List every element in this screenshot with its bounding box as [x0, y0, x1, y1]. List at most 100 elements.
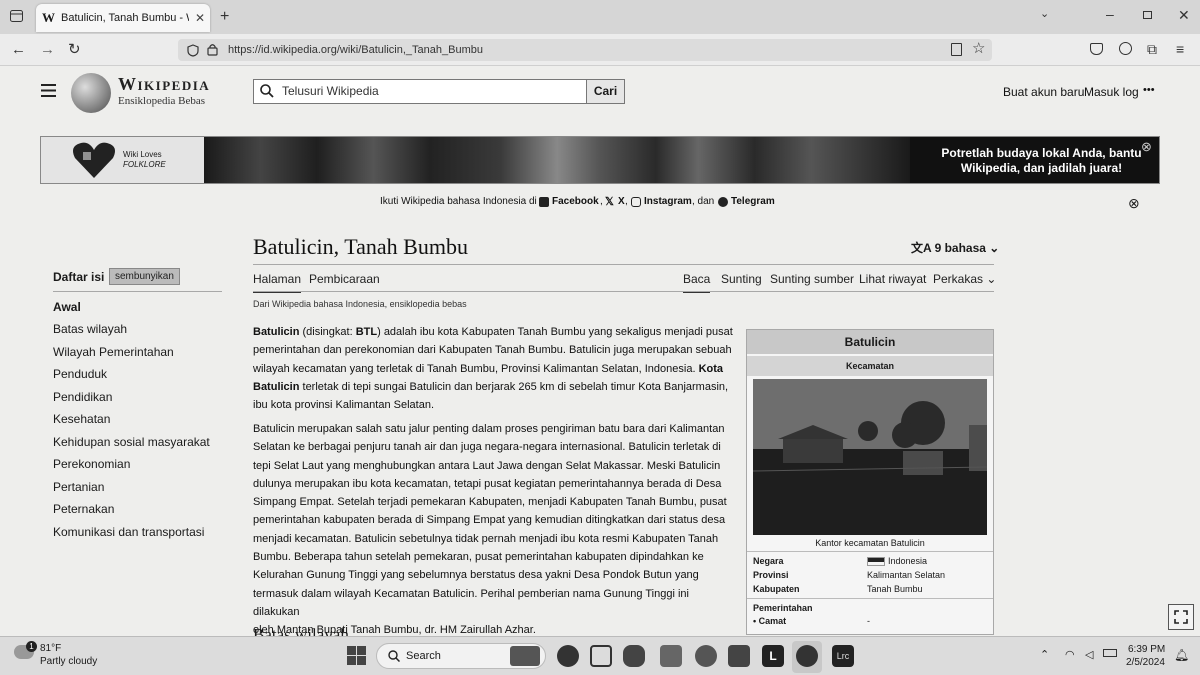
- infobox-value[interactable]: Indonesia: [888, 556, 927, 566]
- restore-icon[interactable]: [1143, 11, 1152, 19]
- clock-time[interactable]: 6:39 PM: [1128, 644, 1165, 655]
- more-options-icon[interactable]: •••: [1143, 84, 1155, 96]
- infobox-value[interactable]: Tanah Bumbu: [867, 584, 923, 594]
- hamburger-menu-icon[interactable]: [41, 84, 56, 97]
- fullscreen-icon[interactable]: [1168, 604, 1194, 630]
- store-icon[interactable]: [728, 645, 750, 667]
- facebook-link[interactable]: Facebook: [552, 196, 599, 207]
- weather-temp[interactable]: 81°F: [40, 643, 61, 654]
- article-line: Simpang Empat. Setelah terjadi pemekaran…: [253, 496, 727, 509]
- banner-text: Potretlah budaya lokal Anda, bantu Wikip…: [941, 146, 1142, 175]
- forward-icon[interactable]: →: [40, 42, 55, 57]
- menu-icon[interactable]: ≡: [1176, 42, 1184, 56]
- tab-perkakas-label: Perkakas: [933, 272, 984, 286]
- toc-hide-button[interactable]: sembunyikan: [109, 268, 180, 285]
- toc-item[interactable]: Peternakan: [53, 502, 114, 516]
- search-placeholder: Telusuri Wikipedia: [282, 84, 379, 98]
- article-paragraph-2: Batulicin merupakan salah satu jalur pen…: [253, 420, 736, 640]
- article-line: tepi Selat Laut yang menghubungkan antar…: [253, 459, 721, 472]
- volume-icon[interactable]: ◁: [1085, 648, 1093, 661]
- app-l-icon[interactable]: L: [762, 645, 784, 667]
- logo-wordmark[interactable]: Wikipedia: [118, 74, 210, 95]
- language-count: 9 bahasa: [934, 241, 986, 255]
- clock-date[interactable]: 2/5/2024: [1126, 657, 1165, 668]
- login-link[interactable]: Masuk log: [1084, 85, 1139, 99]
- banner-close-icon[interactable]: ⊗: [1141, 139, 1152, 155]
- article-line: dulunya merupakan ibu kota kecamatan, te…: [253, 477, 722, 490]
- lightroom-icon[interactable]: Lrc: [832, 645, 854, 667]
- shield-icon[interactable]: [187, 44, 199, 57]
- new-tab-icon[interactable]: +: [220, 9, 229, 25]
- wifi-icon[interactable]: ◠: [1065, 648, 1075, 661]
- battery-icon[interactable]: [1103, 649, 1117, 657]
- back-icon[interactable]: ←: [11, 42, 26, 57]
- firefox-icon[interactable]: [796, 645, 818, 667]
- window-close-icon[interactable]: ✕: [1178, 8, 1190, 22]
- translate-icon: 文A: [911, 241, 932, 255]
- toc-item[interactable]: Batas wilayah: [53, 322, 127, 336]
- wikipedia-favicon-icon: W: [42, 10, 55, 25]
- notification-bell-icon[interactable]: 🔔︎: [1174, 648, 1189, 662]
- instagram-link[interactable]: Instagram: [644, 196, 692, 207]
- tab-perkakas[interactable]: Perkakas ⌄: [933, 272, 996, 286]
- pocket-icon[interactable]: [1090, 43, 1103, 55]
- tab-overview-icon[interactable]: [10, 10, 23, 22]
- toc-item[interactable]: Wilayah Pemerintahan: [53, 345, 174, 359]
- tab-close-icon[interactable]: ✕: [195, 11, 205, 25]
- search-button[interactable]: Cari: [586, 79, 625, 104]
- toc-divider: [53, 291, 222, 292]
- article-line: Batulicin merupakan salah satu jalur pen…: [253, 423, 725, 435]
- browser-tab[interactable]: W Batulicin, Tanah Bumbu - Wikipe ✕: [36, 4, 210, 32]
- banner-photo-strip: [204, 137, 910, 183]
- heart-puzzle-icon: [73, 142, 115, 178]
- url-bar[interactable]: https://id.wikipedia.org/wiki/Batulicin,…: [178, 39, 992, 61]
- infobox-value[interactable]: Kalimantan Selatan: [867, 570, 945, 580]
- tab-pembicaraan[interactable]: Pembicaraan: [309, 272, 380, 286]
- toc-item[interactable]: Perekonomian: [53, 457, 130, 471]
- url-text: https://id.wikipedia.org/wiki/Batulicin,…: [228, 44, 483, 56]
- toc-item[interactable]: Kesehatan: [53, 412, 110, 426]
- account-icon[interactable]: [1119, 42, 1132, 55]
- minimize-icon[interactable]: –: [1106, 7, 1114, 21]
- toc-item[interactable]: Pertanian: [53, 480, 104, 494]
- tab-sunting-sumber[interactable]: Sunting sumber: [770, 272, 854, 286]
- tray-chevron-icon[interactable]: ⌃: [1040, 648, 1049, 661]
- weather-condition[interactable]: Partly cloudy: [40, 656, 97, 667]
- wiki-loves-folklore-banner[interactable]: Wiki Loves FOLKLORE Potretlah budaya lok…: [40, 136, 1160, 184]
- article-line: Batulicin terletak di tepi sungai Batuli…: [253, 380, 729, 393]
- toc-heading: Daftar isi: [53, 270, 105, 284]
- chat-icon[interactable]: [623, 645, 645, 667]
- app-icon-1[interactable]: [557, 645, 579, 667]
- follow-close-icon[interactable]: ⊗: [1128, 195, 1140, 212]
- indonesia-flag-icon: [867, 557, 885, 566]
- x-link[interactable]: X: [618, 196, 625, 207]
- infobox: Batulicin Kecamatan Kantor kecamatan Bat…: [746, 329, 994, 635]
- infobox-photo[interactable]: [753, 379, 987, 535]
- create-account-link[interactable]: Buat akun baru: [1003, 85, 1084, 99]
- toc-item[interactable]: Kehidupan sosial masyarakat: [53, 435, 210, 449]
- reload-icon[interactable]: ↻: [68, 42, 81, 57]
- logo-tagline: Ensiklopedia Bebas: [118, 95, 206, 107]
- file-explorer-icon[interactable]: [660, 645, 682, 667]
- telegram-link[interactable]: Telegram: [731, 196, 775, 207]
- lock-icon[interactable]: [207, 43, 218, 56]
- wikipedia-globe-logo[interactable]: [71, 73, 111, 113]
- tab-halaman[interactable]: Halaman: [253, 272, 302, 293]
- extensions-icon[interactable]: ⧉: [1147, 42, 1157, 56]
- toc-item[interactable]: Pendidikan: [53, 390, 112, 404]
- edge-icon[interactable]: [695, 645, 717, 667]
- toc-item[interactable]: Komunikasi dan transportasi: [53, 525, 204, 539]
- banner-logo-line1: Wiki Loves: [123, 150, 162, 159]
- toc-item[interactable]: Awal: [53, 300, 81, 314]
- bookmark-star-icon[interactable]: ☆: [972, 41, 985, 56]
- tab-list-chevron-icon[interactable]: ⌄: [1040, 9, 1049, 20]
- toc-item[interactable]: Penduduk: [53, 367, 107, 381]
- reader-view-icon[interactable]: [951, 43, 962, 56]
- search-input[interactable]: Telusuri Wikipedia: [253, 79, 587, 104]
- tab-baca[interactable]: Baca: [683, 272, 711, 293]
- windows-start-icon[interactable]: [347, 646, 366, 665]
- language-selector[interactable]: 文A 9 bahasa ⌄: [911, 239, 999, 256]
- task-view-icon[interactable]: [590, 645, 612, 667]
- tab-lihat-riwayat[interactable]: Lihat riwayat: [859, 272, 926, 286]
- tab-sunting[interactable]: Sunting: [721, 272, 762, 286]
